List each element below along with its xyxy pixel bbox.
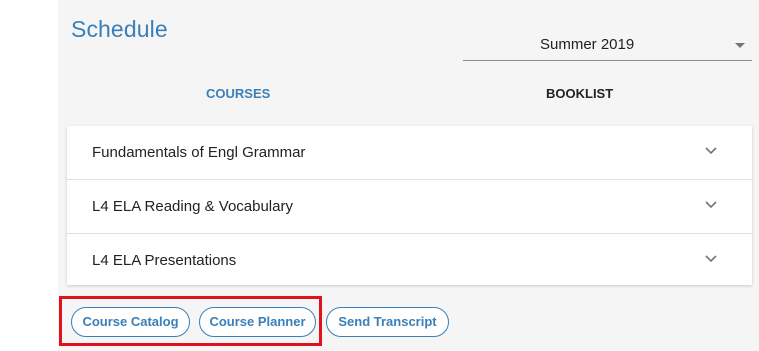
send-transcript-button[interactable]: Send Transcript [326, 307, 449, 337]
page-title: Schedule [71, 16, 168, 42]
course-item[interactable]: L4 ELA Reading & Vocabulary [67, 180, 752, 234]
tab-courses[interactable]: COURSES [206, 86, 270, 101]
highlight-box [59, 296, 322, 346]
course-name: L4 ELA Presentations [92, 252, 237, 269]
term-select[interactable]: Summer 2019 [463, 27, 752, 61]
course-list: Fundamentals of Engl Grammar L4 ELA Read… [67, 126, 752, 285]
page: Schedule Summer 2019 COURSES BOOKLIST Fu… [0, 0, 759, 351]
chevron-down-icon [705, 255, 717, 263]
caret-down-icon [735, 43, 745, 48]
course-item[interactable]: L4 ELA Presentations [67, 234, 752, 287]
term-select-value: Summer 2019 [540, 36, 635, 53]
course-name: Fundamentals of Engl Grammar [92, 144, 306, 161]
chevron-down-icon [705, 201, 717, 209]
course-name: L4 ELA Reading & Vocabulary [92, 198, 293, 215]
tab-booklist[interactable]: BOOKLIST [546, 86, 613, 101]
course-item[interactable]: Fundamentals of Engl Grammar [67, 126, 752, 180]
chevron-down-icon [705, 147, 717, 155]
